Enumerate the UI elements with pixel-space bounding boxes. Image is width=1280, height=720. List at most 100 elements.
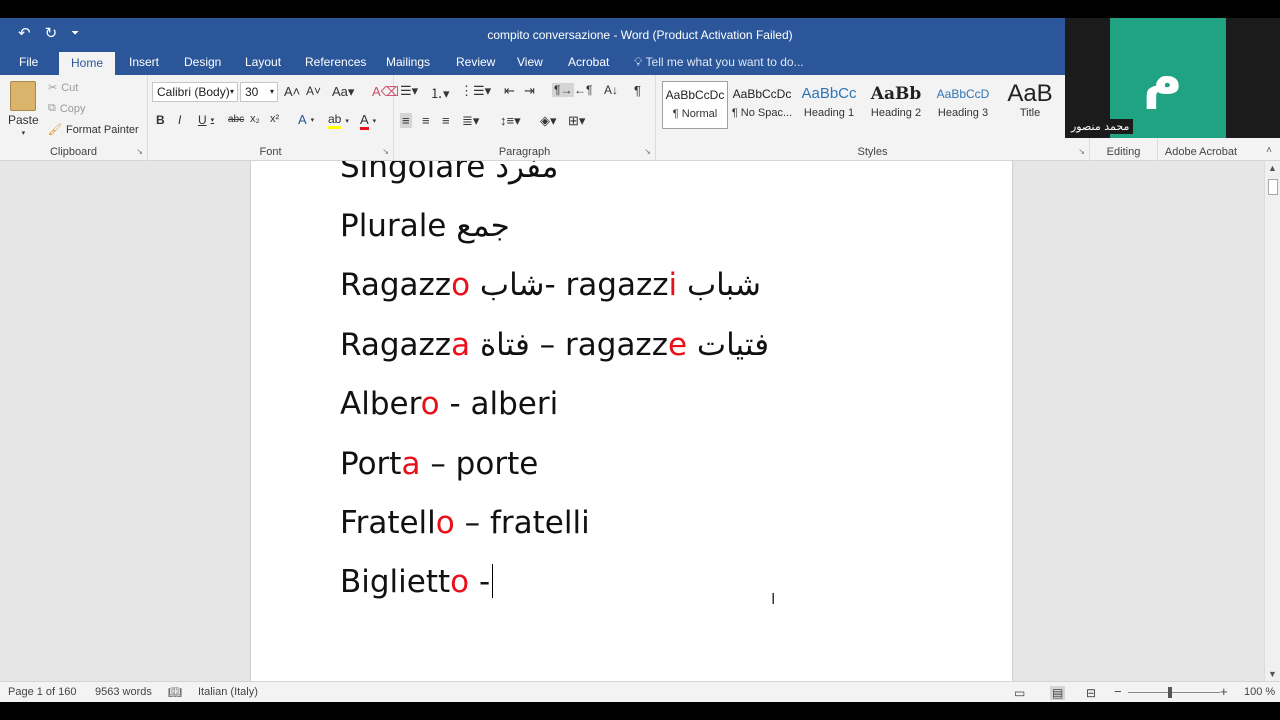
tell-me-search[interactable]: 💡︎ Tell me what you want to do... — [634, 55, 804, 70]
ltr-button[interactable]: ¶→ — [552, 83, 575, 97]
editing-group-label[interactable]: Editing — [1090, 146, 1157, 158]
proofing-icon[interactable]: 📖︎ — [168, 686, 182, 699]
dialog-launcher-icon[interactable]: ↘ — [1078, 147, 1085, 156]
strikethrough-icon: abc — [228, 114, 245, 125]
zoom-slider-thumb[interactable] — [1168, 687, 1172, 698]
highlight-color-button[interactable]: ab ▾ — [328, 112, 349, 129]
text-run: شاب- ragazz — [470, 267, 669, 303]
style-name: Heading 2 — [870, 107, 922, 119]
copy-button[interactable]: ⧉ Copy — [48, 102, 86, 115]
dialog-launcher-icon[interactable]: ↘ — [382, 147, 389, 156]
paste-label: Paste — [8, 113, 39, 127]
decrease-indent-button[interactable]: ⇤ — [504, 83, 515, 99]
tab-references[interactable]: References — [305, 55, 366, 69]
video-call-overlay: ﻡ محمد منصور — [1065, 18, 1280, 138]
scrollbar-thumb[interactable] — [1268, 179, 1278, 195]
tab-file[interactable]: File — [19, 55, 38, 69]
scroll-up-icon[interactable]: ▲ — [1268, 163, 1277, 173]
underline-icon: U — [198, 113, 207, 127]
increase-indent-button[interactable]: ⇥ — [524, 83, 535, 99]
show-marks-button[interactable]: ¶ — [634, 83, 641, 98]
print-layout-icon[interactable]: ▤ — [1050, 686, 1066, 700]
numbering-button[interactable]: ⒈▾ — [430, 83, 450, 102]
superscript-button[interactable]: x² — [270, 113, 279, 125]
text-run: Plurale جمع — [340, 208, 510, 244]
document-page[interactable]: Singolare مفرد Plurale جمع Ragazzo شاب- … — [250, 161, 1013, 681]
subscript-button[interactable]: x₂ — [250, 113, 260, 125]
italic-button[interactable]: I — [178, 113, 181, 127]
font-family-select[interactable]: Calibri (Body) ▾ — [152, 82, 238, 102]
scroll-down-icon[interactable]: ▼ — [1268, 669, 1277, 679]
tab-insert[interactable]: Insert — [129, 55, 159, 69]
tab-review[interactable]: Review — [456, 55, 495, 69]
copy-label: Copy — [59, 102, 86, 115]
text-effects-button[interactable]: A ▾ — [298, 112, 314, 127]
tab-acrobat[interactable]: Acrobat — [568, 55, 609, 69]
style-heading-1[interactable]: AaBbCc Heading 1 — [796, 81, 862, 129]
lightbulb-icon: 💡︎ — [634, 55, 646, 69]
rtl-button[interactable]: ←¶ — [574, 83, 592, 97]
bullets-button[interactable]: ☰▾ — [400, 83, 418, 99]
style-normal[interactable]: AaBbCcDc ¶ Normal — [662, 81, 728, 129]
grow-font-button[interactable]: A˄ — [284, 84, 300, 99]
numbered-list-icon: ⒈▾ — [430, 86, 450, 101]
zoom-slider[interactable] — [1128, 692, 1220, 693]
bold-button[interactable]: B — [156, 113, 165, 127]
borders-button[interactable]: ⊞▾ — [568, 113, 585, 129]
dialog-launcher-icon[interactable]: ↘ — [136, 147, 143, 156]
shrink-font-button[interactable]: A˅ — [306, 84, 321, 98]
paintbrush-icon: 🖌︎ — [48, 124, 62, 136]
borders-icon: ⊞▾ — [568, 113, 586, 128]
paste-button[interactable]: Paste ▾ — [8, 81, 39, 137]
text-run: شباب — [677, 267, 761, 303]
font-group: Calibri (Body) ▾ 30 ▾ A˄ A˅ Aa▾ A⌫ B I U ▾ … — [148, 75, 399, 161]
text-run-red: a — [451, 327, 471, 363]
underline-button[interactable]: U ▾ — [198, 113, 214, 127]
chevron-down-icon: ▾ — [310, 116, 315, 124]
word-count[interactable]: 9563 words — [95, 686, 152, 698]
rtl-icon: ←¶ — [574, 83, 593, 97]
style-heading-2[interactable]: AaBb Heading 2 — [863, 81, 929, 129]
align-center-button[interactable]: ≡ — [422, 113, 430, 128]
strikethrough-button[interactable]: abc — [228, 114, 244, 125]
read-mode-icon[interactable]: ▭ — [1014, 686, 1025, 700]
shading-button[interactable]: ◈▾ — [540, 113, 557, 129]
web-layout-icon[interactable]: ⊟ — [1086, 686, 1096, 700]
collapse-ribbon-icon[interactable]: ˄ — [1266, 145, 1272, 156]
tab-design[interactable]: Design — [184, 55, 221, 69]
multilevel-list-button[interactable]: ⋮☰▾ — [460, 83, 491, 99]
document-area: Singolare مفرد Plurale جمع Ragazzo شاب- … — [0, 161, 1264, 681]
justify-button[interactable]: ≣▾ — [462, 113, 479, 129]
line-spacing-button[interactable]: ↕≡▾ — [500, 113, 521, 129]
chevron-down-icon: ▾ — [372, 118, 377, 125]
document-line: Singolare مفرد — [340, 161, 558, 185]
change-case-button[interactable]: Aa▾ — [332, 84, 354, 100]
text-run-red: a — [401, 446, 421, 482]
zoom-in-icon[interactable]: + — [1220, 684, 1228, 699]
style-heading-3[interactable]: AaBbCcD Heading 3 — [930, 81, 996, 129]
page-count[interactable]: Page 1 of 160 — [8, 686, 77, 698]
tab-home[interactable]: Home — [59, 52, 116, 75]
vertical-scrollbar[interactable]: ▲ ▼ — [1264, 161, 1280, 681]
font-size-select[interactable]: 30 ▾ — [240, 82, 278, 102]
tab-layout[interactable]: Layout — [245, 55, 281, 69]
tab-view[interactable]: View — [517, 55, 543, 69]
zoom-level[interactable]: 100 % — [1244, 686, 1275, 698]
zoom-out-icon[interactable]: − — [1114, 684, 1122, 699]
format-painter-button[interactable]: 🖌︎ Format Painter — [48, 123, 139, 137]
align-right-button[interactable]: ≡ — [442, 113, 450, 128]
font-color-button[interactable]: A ▾ — [360, 112, 376, 130]
cut-button[interactable]: ✂ Cut — [48, 81, 78, 95]
style-no-spacing[interactable]: AaBbCcDc ¶ No Spac... — [729, 81, 795, 129]
bullet-list-icon: ☰▾ — [400, 83, 419, 98]
tab-mailings[interactable]: Mailings — [386, 55, 430, 69]
bold-icon: B — [156, 113, 165, 127]
dialog-launcher-icon[interactable]: ↘ — [644, 147, 651, 156]
sort-button[interactable]: A↓ — [604, 83, 618, 97]
format-painter-label: Format Painter — [65, 123, 139, 136]
align-left-button[interactable]: ≡ — [400, 113, 412, 128]
language-indicator[interactable]: Italian (Italy) — [198, 686, 258, 698]
style-title[interactable]: AaB Title — [997, 81, 1063, 129]
style-preview: AaBbCc — [801, 85, 857, 102]
adobe-acrobat-group-label[interactable]: Adobe Acrobat — [1158, 146, 1244, 158]
